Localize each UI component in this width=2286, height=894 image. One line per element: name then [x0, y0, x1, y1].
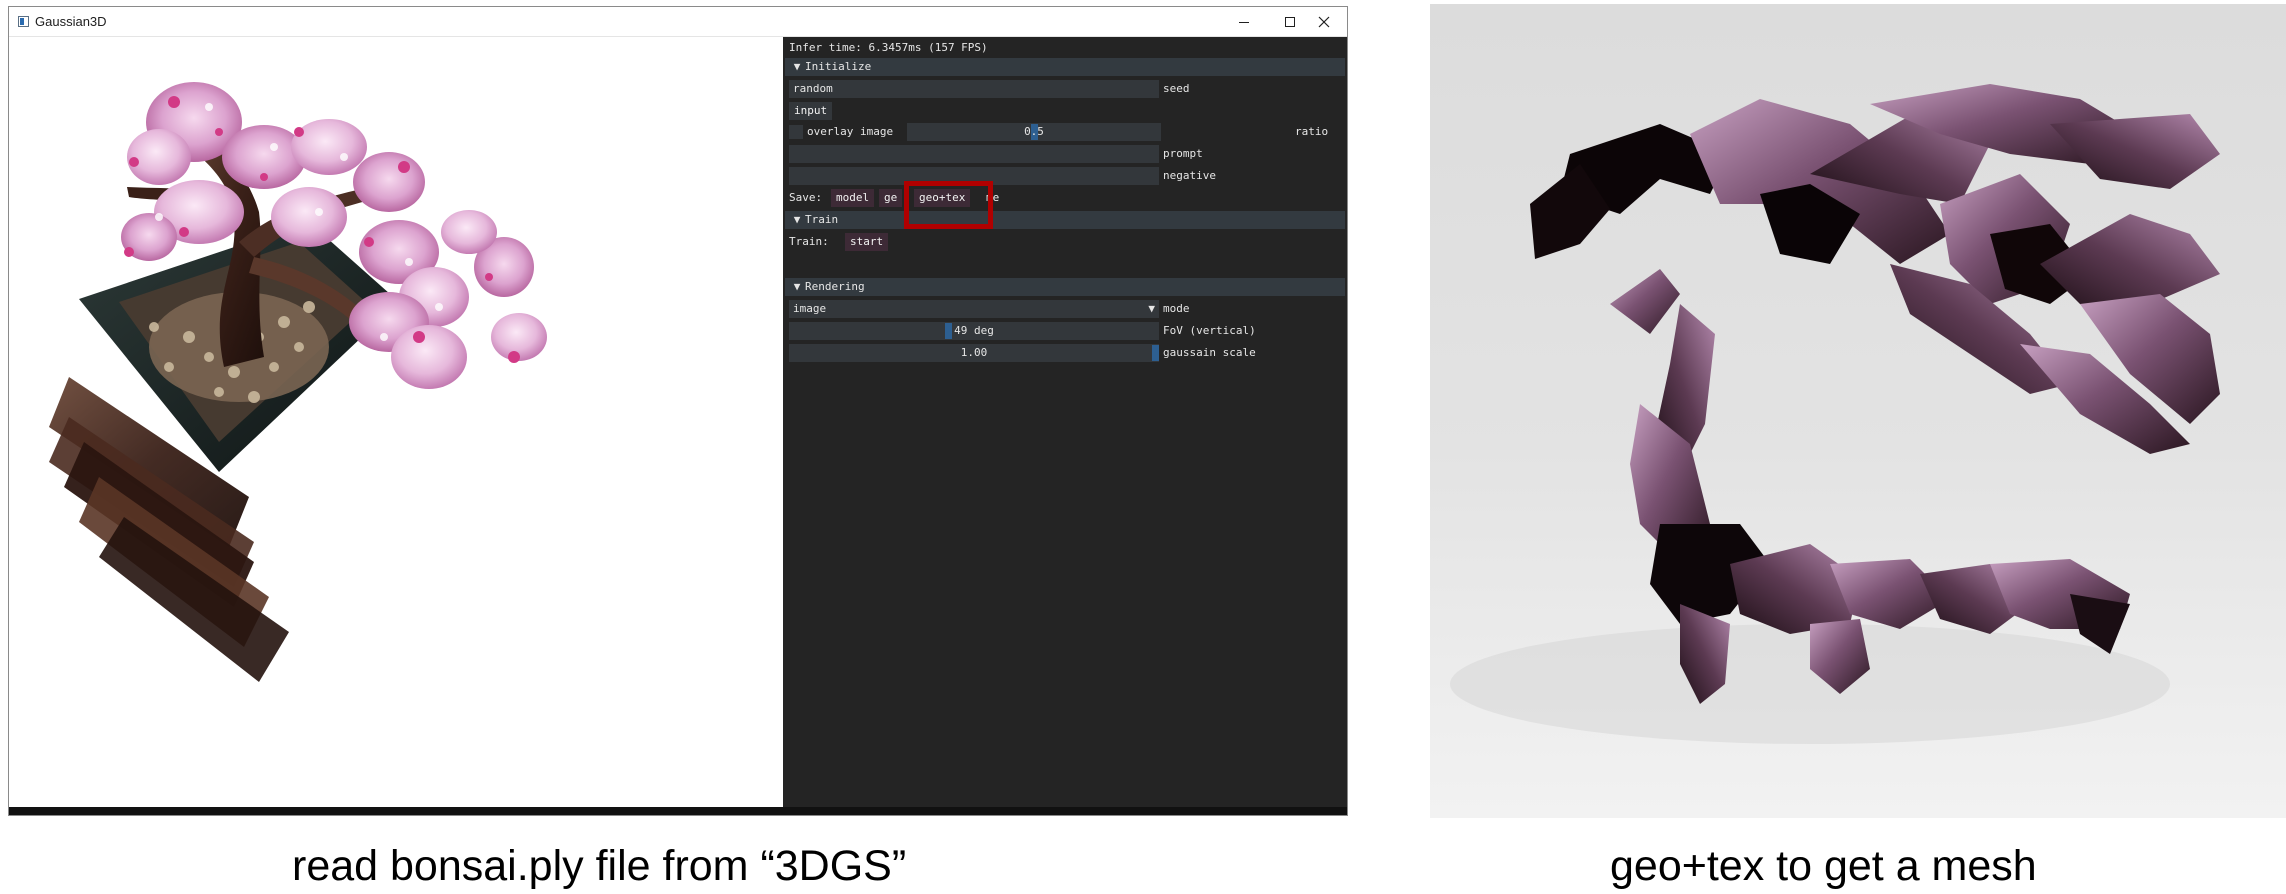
minimize-button[interactable]: [1221, 7, 1267, 36]
infer-time-text: Infer time: 6.3457ms (157 FPS): [789, 41, 988, 54]
seed-combo[interactable]: random: [789, 80, 1159, 98]
mesh-render: [1430, 4, 2286, 818]
prompt-input[interactable]: [789, 145, 1159, 163]
rendering-header[interactable]: ▼ Rendering: [785, 278, 1345, 296]
initialize-header-label: Initialize: [805, 60, 872, 73]
collapse-arrow-icon: ▼: [793, 213, 801, 226]
maximize-icon: [1285, 16, 1295, 27]
minimize-icon: [1239, 21, 1249, 23]
train-header-label: Train: [805, 213, 839, 226]
fov-value: 49 deg: [954, 324, 994, 337]
overlay-image-checkbox[interactable]: [789, 125, 803, 139]
gaussian3d-window: Gaussian3D Infer time: 6.3457ms (157 FPS…: [8, 6, 1348, 816]
gaussian-scale-label: gaussain scale: [1163, 346, 1256, 359]
fov-slider[interactable]: 49 deg: [789, 322, 1159, 340]
rendering-header-label: Rendering: [805, 280, 865, 293]
train-start-button[interactable]: start: [845, 233, 889, 251]
gaussian-scale-slider[interactable]: 1.00: [789, 344, 1159, 362]
window-bottom-bar: [9, 807, 1347, 815]
save-model-button[interactable]: model: [831, 189, 875, 207]
gaussian-scale-value: 1.00: [960, 346, 988, 359]
mode-label: mode: [1163, 302, 1190, 315]
negative-label: negative: [1163, 169, 1216, 182]
ratio-label: ratio: [1295, 125, 1329, 138]
close-button[interactable]: [1301, 7, 1347, 36]
right-caption: geo+tex to get a mesh: [1610, 842, 2037, 890]
train-header[interactable]: ▼ Train: [785, 211, 1345, 229]
bonsai-render: [49, 82, 547, 682]
app-icon: [18, 16, 29, 27]
title-bar[interactable]: Gaussian3D: [9, 7, 1347, 37]
save-label: Save:: [789, 191, 823, 204]
collapse-arrow-icon: ▼: [793, 280, 801, 293]
input-button[interactable]: input: [789, 102, 833, 120]
control-panel: Infer time: 6.3457ms (157 FPS) ▼ Initiali…: [783, 37, 1347, 807]
initialize-header[interactable]: ▼ Initialize: [785, 58, 1345, 76]
ratio-slider[interactable]: 0.5: [907, 123, 1161, 141]
render-viewport[interactable]: [9, 37, 781, 815]
overlay-image-label: overlay image: [807, 125, 894, 138]
save-geo-button[interactable]: ge: [879, 189, 903, 207]
window-title: Gaussian3D: [35, 14, 107, 29]
left-caption: read bonsai.ply file from “3DGS”: [292, 842, 907, 890]
ratio-value: 0.5: [1024, 125, 1044, 138]
fov-label: FoV (vertical): [1163, 324, 1256, 337]
mode-value: image: [793, 302, 827, 315]
mode-combo[interactable]: image ▼: [789, 300, 1159, 318]
mesh-render-image: [1430, 4, 2286, 818]
collapse-arrow-icon: ▼: [793, 60, 801, 73]
combo-arrow-icon: ▼: [1148, 302, 1155, 315]
seed-label: seed: [1163, 82, 1190, 95]
geo-tex-highlight: [904, 181, 993, 229]
train-label: Train:: [789, 235, 829, 248]
gaussian-scale-slider-grab[interactable]: [1152, 345, 1159, 361]
prompt-label: prompt: [1163, 147, 1203, 160]
fov-slider-grab[interactable]: [945, 323, 952, 339]
close-icon: [1318, 16, 1330, 27]
